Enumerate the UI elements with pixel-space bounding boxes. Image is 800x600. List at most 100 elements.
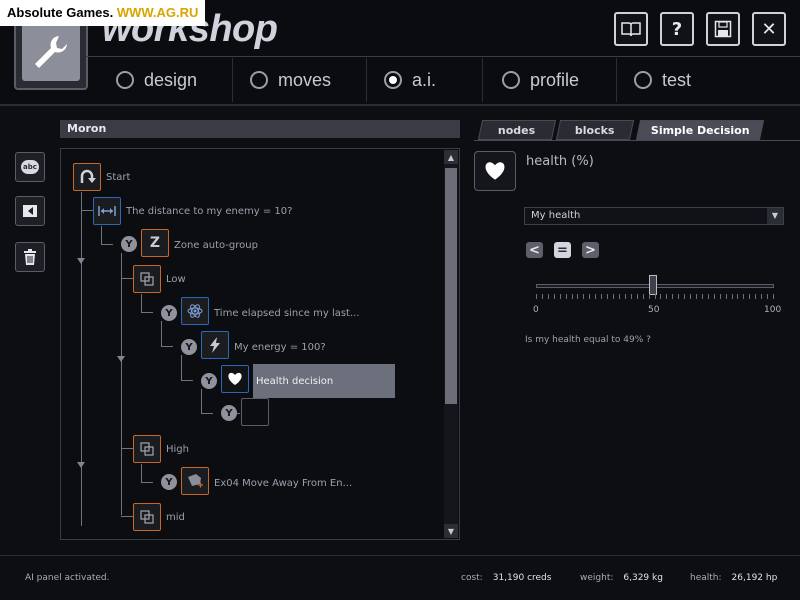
status-weight: weight: 6,329 kg [580,573,663,583]
tree-node-zone[interactable]: Z [141,229,169,257]
radio-icon [502,71,520,89]
slider-tick [601,294,602,299]
nav-label: moves [278,69,332,90]
less-than-button[interactable]: < [526,242,543,258]
delete-button[interactable] [15,242,45,272]
tree-line [201,413,213,414]
slider-tick [566,294,567,299]
nav-divider [616,58,617,102]
slider-tick [589,294,590,299]
tree-node-mid[interactable] [133,503,161,531]
tab-label: Simple Decision [650,123,750,137]
watermark-site: WWW.AG.RU [116,5,199,20]
slider-tick [767,294,768,299]
nav-design[interactable]: design [116,66,197,94]
help-icon: ? [671,18,683,40]
tree-line [81,210,93,211]
slider-tick [726,294,727,299]
slider-tick [690,294,691,299]
health-slider-thumb[interactable] [648,275,657,295]
heart-icon [485,162,505,180]
tree-node-high[interactable] [133,435,161,463]
radio-icon [634,71,652,89]
slider-tick [678,294,679,299]
nav-test[interactable]: test [634,66,691,94]
distance-icon [98,206,116,216]
slider-tick [607,294,608,299]
cost-value: 31,190 creds [492,573,552,583]
node-label: Zone auto-group [174,240,258,251]
save-button[interactable] [706,12,740,46]
slider-tick [696,294,697,299]
slider-tick [643,294,644,299]
nav-divider [482,58,483,102]
nav-ai[interactable]: a.i. [384,66,436,94]
tree-node-health-decision[interactable] [221,365,249,393]
slider-tick [708,294,709,299]
yes-branch-icon: Y [181,339,197,355]
nav-moves[interactable]: moves [250,66,331,94]
radio-icon [250,71,268,89]
close-button[interactable]: ✕ [752,12,786,46]
wrench-icon [22,23,80,81]
tree-line [161,346,173,347]
rename-button[interactable]: abc [15,152,45,182]
tab-divider [474,140,800,141]
node-label: mid [166,512,185,523]
nav-profile[interactable]: profile [502,66,579,94]
scroll-thumb[interactable] [445,168,457,404]
tab-nodes[interactable]: nodes [477,120,557,140]
radio-icon [116,71,134,89]
equals-button[interactable]: = [554,242,571,258]
slider-tick [649,294,650,299]
export-button[interactable] [15,196,45,226]
zone-icon: Z [149,235,161,251]
status-cost: cost: 31,190 creds [461,573,551,583]
slider-tick [660,294,661,299]
slider-tick [625,294,626,299]
scroll-up-icon[interactable]: ▲ [444,150,458,164]
nav-divider [232,58,233,102]
slider-tick [583,294,584,299]
decision-type-button[interactable] [474,151,516,191]
subject-dropdown[interactable]: My health ▼ [524,207,784,225]
scroll-down-icon[interactable]: ▼ [444,524,458,538]
header-divider [0,104,800,106]
arrow-down-icon [77,258,85,264]
slider-tick [560,294,561,299]
tree-node-low[interactable] [133,265,161,293]
radio-selected-icon [384,71,402,89]
slider-tick [773,294,774,299]
rename-icon: abc [21,160,39,174]
tree-line [121,278,133,279]
node-label-selected: Health decision [256,376,334,387]
tree-node-start[interactable] [73,163,101,191]
tree-scrollbar[interactable]: ▲ ▼ [444,150,458,538]
group-icon [140,272,154,286]
tree-node-distance[interactable] [93,197,121,225]
yes-branch-icon: Y [201,373,217,389]
tree-line [121,448,133,449]
tab-simple-decision[interactable]: Simple Decision [635,120,765,140]
slider-tick [577,294,578,299]
yes-branch-icon: Y [161,305,177,321]
help-button[interactable]: ? [660,12,694,46]
tree-line [121,516,133,517]
tree-node-energy[interactable] [201,331,229,359]
slider-tick [554,294,555,299]
cost-label: cost: [461,573,483,583]
health-label: health: [690,573,722,583]
tree-line [181,355,182,381]
tree-title: Moron [60,120,460,138]
book-button[interactable] [614,12,648,46]
tree-node-empty-slot[interactable] [241,398,269,426]
nav-label: design [144,69,198,90]
tree-node-time-elapsed[interactable] [181,297,209,325]
tab-blocks[interactable]: blocks [555,120,635,140]
weight-value: 6,329 kg [623,573,663,583]
group-icon [140,510,154,524]
greater-than-button[interactable]: > [582,242,599,258]
arrow-down-icon [117,356,125,362]
tree-node-move-away[interactable] [181,467,209,495]
slider-tick [637,294,638,299]
